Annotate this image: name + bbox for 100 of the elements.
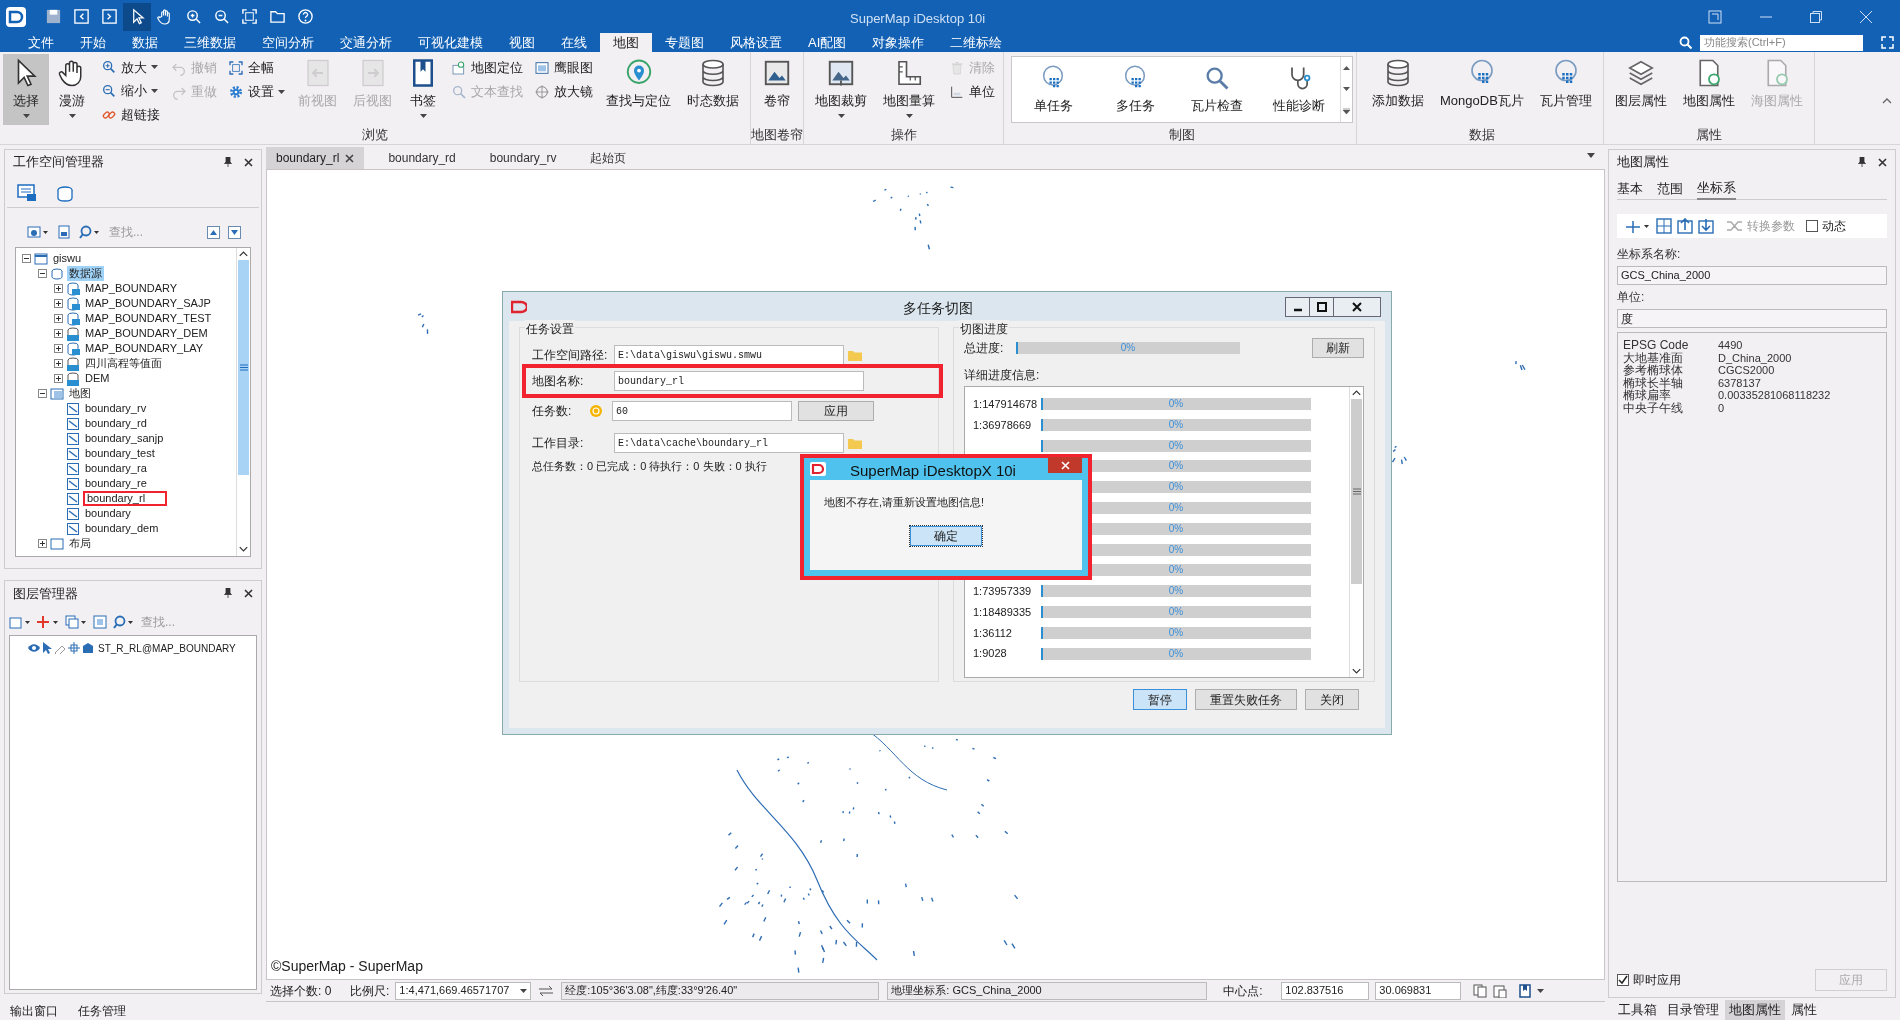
input-field[interactable]: 60 xyxy=(612,401,792,421)
ribbon-button[interactable]: 图层属性 xyxy=(1606,54,1675,125)
scroll-down-icon[interactable] xyxy=(1343,86,1350,91)
import-icon[interactable] xyxy=(1677,218,1693,234)
tree-item[interactable]: boundary xyxy=(83,506,133,521)
fullscreen-icon[interactable] xyxy=(1881,36,1894,49)
input-field[interactable]: 102.837516 xyxy=(1281,981,1370,1000)
eye-icon[interactable] xyxy=(28,643,40,654)
tree-toggle-icon[interactable] xyxy=(54,359,63,368)
document-tab[interactable]: 起始页 xyxy=(580,147,637,169)
input-field[interactable]: 30.069831 xyxy=(1375,981,1462,1000)
panel-tab[interactable]: 属性 xyxy=(1787,1000,1821,1020)
input-field[interactable]: boundary_rl xyxy=(614,371,864,391)
ribbon-button[interactable]: 地图裁剪 xyxy=(807,54,875,125)
apply-button[interactable]: 应用 xyxy=(798,401,874,421)
collapse-icon[interactable] xyxy=(1882,98,1892,104)
tree-item[interactable]: MAP_BOUNDARY xyxy=(83,281,180,296)
copy-icon[interactable] xyxy=(65,615,87,630)
caret-icon[interactable] xyxy=(1537,988,1545,993)
tree-item[interactable]: 布局 xyxy=(67,536,93,551)
instant-apply-checkbox[interactable]: 即时应用 xyxy=(1617,971,1681,989)
tree-item[interactable]: MAP_BOUNDARY_DEM xyxy=(83,326,210,341)
menu-tab[interactable]: 专题图 xyxy=(652,33,717,52)
input-field[interactable]: 度 xyxy=(1617,309,1887,328)
tree-toggle-icon[interactable] xyxy=(22,254,31,263)
workspace-tab-icon[interactable] xyxy=(17,183,37,202)
search-icon[interactable] xyxy=(79,225,101,239)
ribbon-button[interactable]: 地图属性 xyxy=(1674,54,1743,125)
pin-icon[interactable] xyxy=(1858,157,1866,167)
document-tab[interactable]: boundary_rv xyxy=(479,147,567,169)
scrollbar-thumb[interactable] xyxy=(1351,399,1362,584)
restore-icon[interactable] xyxy=(1708,9,1722,24)
panel-tab[interactable]: 范围 xyxy=(1657,177,1683,200)
copy-icon[interactable] xyxy=(1473,983,1488,998)
scale-combobox[interactable]: 1:4,471,669.46571707 xyxy=(395,981,532,1000)
close-icon[interactable] xyxy=(244,157,253,167)
tree-toggle-icon[interactable] xyxy=(54,284,63,293)
menu-tab[interactable]: 文件 xyxy=(15,33,67,52)
menu-tab[interactable]: 风格设置 xyxy=(717,33,795,52)
bookmark-icon[interactable] xyxy=(1519,983,1532,998)
ribbon-button[interactable]: 查找与定位 xyxy=(598,54,679,125)
tree-toggle-icon[interactable] xyxy=(54,314,63,323)
move-up-icon[interactable] xyxy=(207,225,220,239)
ribbon-button[interactable]: 设置 xyxy=(228,81,285,102)
ribbon-button[interactable]: 全幅 xyxy=(228,57,285,78)
ribbon-button[interactable]: 选择 xyxy=(3,54,49,125)
tree-item[interactable]: MAP_BOUNDARY_LAY xyxy=(83,341,206,356)
panel-tab[interactable]: 基本 xyxy=(1617,177,1643,200)
tree-item[interactable]: 地图 xyxy=(67,386,93,401)
input-field[interactable]: E:\data\cache\boundary_rl xyxy=(614,433,844,453)
dialog-button[interactable]: 暂停 xyxy=(1133,689,1187,710)
view-icon[interactable] xyxy=(27,225,49,239)
tree-item[interactable]: boundary_sanjp xyxy=(83,431,166,446)
close-button[interactable] xyxy=(1048,457,1082,473)
gallery-item[interactable]: 多任务 xyxy=(1094,57,1176,122)
snap-icon[interactable] xyxy=(68,642,80,655)
tree-toggle-icon[interactable] xyxy=(38,539,47,548)
menu-tab[interactable]: 交通分析 xyxy=(327,33,405,52)
document-icon[interactable] xyxy=(57,225,71,239)
ribbon-button[interactable]: 超链接 xyxy=(101,104,160,125)
tree-item[interactable]: 数据源 xyxy=(67,266,104,281)
cloud-database-icon[interactable] xyxy=(55,183,75,202)
tree-toggle-icon[interactable] xyxy=(54,344,63,353)
ribbon-button[interactable]: 漫游 xyxy=(49,54,95,125)
document-tab[interactable]: boundary_rd xyxy=(378,147,466,169)
tree-toggle-icon[interactable] xyxy=(38,269,47,278)
search-field[interactable]: 功能搜索(Ctrl+F) xyxy=(1700,34,1863,51)
dialog-button[interactable]: 关闭 xyxy=(1305,689,1359,710)
tree-item[interactable]: boundary_ra xyxy=(83,461,149,476)
menu-tab[interactable]: AI配图 xyxy=(795,33,860,52)
tree-toggle-icon[interactable] xyxy=(38,389,47,398)
menu-tab[interactable]: 数据 xyxy=(119,33,171,52)
panel-tab[interactable]: 输出窗口 xyxy=(10,1002,58,1020)
new-layer-icon[interactable] xyxy=(9,615,31,630)
tree-item[interactable]: MAP_BOUNDARY_SAJP xyxy=(83,296,213,311)
refresh-button[interactable]: 刷新 xyxy=(1312,338,1364,358)
input-field[interactable]: E:\data\giswu\giswu.smwu xyxy=(614,345,844,365)
ribbon-button[interactable]: MongoDB瓦片 xyxy=(1432,54,1532,125)
ribbon-button[interactable]: 缩小 xyxy=(101,80,160,102)
tree-toggle-icon[interactable] xyxy=(54,374,63,383)
tree-toggle-icon[interactable] xyxy=(54,329,63,338)
panel-tab[interactable]: 任务管理 xyxy=(78,1002,126,1020)
more-icon[interactable] xyxy=(1343,107,1350,114)
document-tab[interactable]: boundary_rl xyxy=(266,147,365,169)
dialog-button[interactable]: 重置失败任务 xyxy=(1195,689,1297,710)
gallery-item[interactable]: 瓦片检查 xyxy=(1176,57,1258,122)
menu-tab[interactable]: 空间分析 xyxy=(249,33,327,52)
tree-item[interactable]: boundary_dem xyxy=(83,521,161,536)
add-icon[interactable] xyxy=(37,615,59,630)
close-icon[interactable] xyxy=(345,153,355,163)
ribbon-button[interactable]: 卷帘 xyxy=(754,54,800,125)
ribbon-button[interactable]: 单位 xyxy=(949,81,995,102)
pin-icon[interactable] xyxy=(224,157,232,167)
ribbon-button[interactable]: 添加数据 xyxy=(1364,54,1432,125)
paste-icon[interactable] xyxy=(1493,983,1508,998)
ribbon-button[interactable]: 地图量算 xyxy=(875,54,943,125)
panel-tab[interactable]: 工具箱 xyxy=(1614,1000,1661,1020)
ribbon-button[interactable]: 时态数据 xyxy=(679,54,747,125)
tree-item[interactable]: boundary_rd xyxy=(83,416,149,431)
menu-tab[interactable]: 对象操作 xyxy=(859,33,938,52)
